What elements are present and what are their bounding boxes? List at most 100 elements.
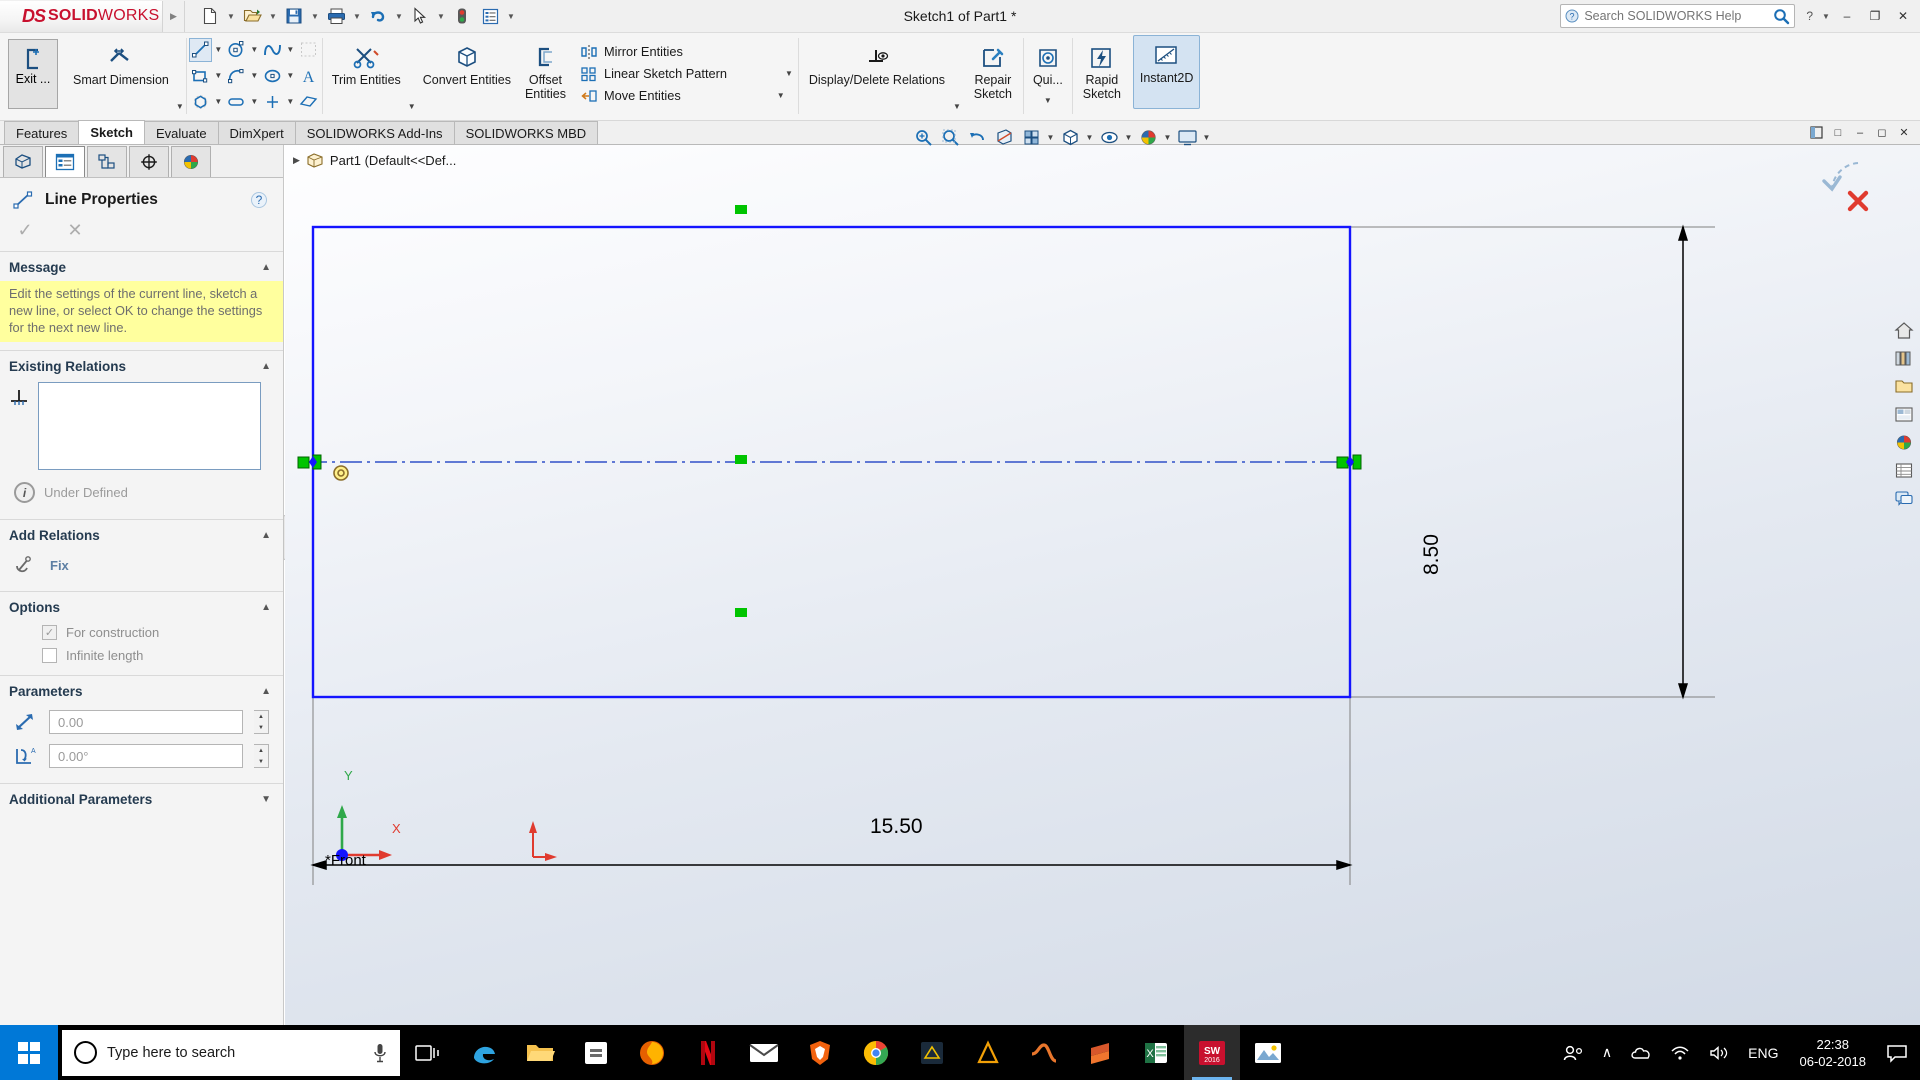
- move-entities-button[interactable]: Move Entities ▼: [575, 85, 798, 106]
- chevron-down-icon[interactable]: ▼: [261, 794, 271, 805]
- dimension-vertical-label[interactable]: 8.50: [1420, 534, 1444, 575]
- property-manager-tab[interactable]: [45, 145, 85, 177]
- surface-spline-tool-icon[interactable]: [297, 38, 320, 62]
- instant2d-button[interactable]: Instant2D: [1132, 35, 1201, 109]
- zoom-to-area-icon[interactable]: [937, 125, 963, 149]
- confirm-ok-button[interactable]: ✓: [14, 220, 36, 241]
- hide-show-caret-icon[interactable]: ▼: [1123, 125, 1134, 149]
- people-icon[interactable]: [1553, 1044, 1593, 1062]
- minimize-button[interactable]: –: [1834, 4, 1860, 28]
- save-document-caret-icon[interactable]: ▼: [309, 3, 321, 29]
- apply-scene-caret-icon[interactable]: ▼: [1201, 125, 1212, 149]
- additional-parameters-section-header[interactable]: Additional Parameters ▼: [0, 784, 283, 813]
- cancel-button[interactable]: ✕: [64, 220, 86, 241]
- chevron-up-icon[interactable]: ▲: [261, 262, 271, 273]
- print-document-caret-icon[interactable]: ▼: [351, 3, 363, 29]
- language-indicator[interactable]: ENG: [1739, 1045, 1787, 1061]
- rectangle-tool-caret-icon[interactable]: ▼: [212, 64, 225, 88]
- apply-scene-icon[interactable]: [1174, 125, 1200, 149]
- polygon-tool-caret-icon[interactable]: ▼: [212, 90, 225, 114]
- wifi-icon[interactable]: [1661, 1045, 1699, 1061]
- angle-input[interactable]: 0.00°: [49, 744, 243, 768]
- spline-tool-icon[interactable]: [261, 38, 284, 62]
- onedrive-icon[interactable]: [1621, 1045, 1661, 1061]
- solidworks-forum-icon[interactable]: [1889, 485, 1919, 511]
- rebuild-icon[interactable]: [449, 3, 475, 29]
- ansys-icon[interactable]: [960, 1025, 1016, 1080]
- rectangle-tool-icon[interactable]: [189, 64, 212, 88]
- zoom-to-fit-icon[interactable]: [910, 125, 936, 149]
- options-caret-icon[interactable]: ▼: [505, 3, 517, 29]
- tab-evaluate[interactable]: Evaluate: [143, 121, 219, 144]
- matlab-icon[interactable]: [1016, 1025, 1072, 1080]
- plane-tool-icon[interactable]: [297, 90, 320, 114]
- select-cursor-icon[interactable]: [407, 3, 433, 29]
- start-button[interactable]: [0, 1025, 58, 1080]
- sublime-icon[interactable]: [1072, 1025, 1128, 1080]
- tab-dimxpert[interactable]: DimXpert: [217, 121, 296, 144]
- convert-entities-button[interactable]: Convert Entities: [416, 37, 518, 90]
- microphone-icon[interactable]: [372, 1042, 388, 1064]
- spline-tool-caret-icon[interactable]: ▼: [284, 38, 297, 62]
- display-delete-relations-button[interactable]: Display/Delete Relations: [801, 37, 953, 90]
- view-palette-icon[interactable]: [1889, 401, 1919, 427]
- add-relations-section-header[interactable]: Add Relations ▲: [0, 520, 283, 549]
- angle-spinner[interactable]: ▲ ▼: [254, 744, 269, 768]
- length-input[interactable]: 0.00: [49, 710, 243, 734]
- slot-tool-caret-icon[interactable]: ▼: [248, 90, 261, 114]
- dimxpert-manager-tab[interactable]: [129, 145, 169, 177]
- edge-icon[interactable]: [456, 1025, 512, 1080]
- options-section-header[interactable]: Options ▲: [0, 592, 283, 621]
- line-tool-icon[interactable]: [188, 37, 212, 62]
- quick-snaps-caret-icon[interactable]: ▼: [1044, 94, 1052, 108]
- tab-solidworks-add-ins[interactable]: SOLIDWORKS Add-Ins: [294, 121, 455, 144]
- polygon-tool-icon[interactable]: [189, 90, 212, 114]
- maximize-restore-button[interactable]: ❐: [1862, 4, 1888, 28]
- undo-icon[interactable]: [365, 3, 391, 29]
- undo-caret-icon[interactable]: ▼: [393, 3, 405, 29]
- parameters-section-header[interactable]: Parameters ▲: [0, 676, 283, 705]
- chevron-up-icon[interactable]: ▲: [261, 686, 271, 697]
- length-spinner[interactable]: ▲ ▼: [254, 710, 269, 734]
- help-icon[interactable]: ?: [251, 192, 267, 208]
- print-document-icon[interactable]: [323, 3, 349, 29]
- graphics-area[interactable]: 8.50 15.50 *Front Y X: [285, 145, 1920, 1033]
- chevron-up-icon[interactable]: ∧: [1593, 1044, 1621, 1061]
- open-document-icon[interactable]: [239, 3, 265, 29]
- search-input[interactable]: [1584, 9, 1769, 23]
- for-construction-checkbox[interactable]: ✓: [42, 625, 57, 640]
- close-button[interactable]: ✕: [1890, 4, 1916, 28]
- linear-sketch-pattern-button[interactable]: Linear Sketch Pattern ▼: [575, 63, 798, 84]
- autodesk-icon[interactable]: [904, 1025, 960, 1080]
- taskbar-clock[interactable]: 22:38 06-02-2018: [1788, 1036, 1879, 1070]
- volume-icon[interactable]: [1699, 1045, 1739, 1061]
- configuration-manager-tab[interactable]: [87, 145, 127, 177]
- document-minimize-icon[interactable]: –: [1850, 124, 1870, 142]
- previous-view-icon[interactable]: [964, 125, 990, 149]
- circle-tool-icon[interactable]: [225, 38, 248, 62]
- for-construction-option[interactable]: ✓ For construction: [0, 621, 283, 644]
- message-section-header[interactable]: Message ▲: [0, 252, 283, 281]
- line-tool-caret-icon[interactable]: ▼: [212, 38, 225, 62]
- edit-appearance-caret-icon[interactable]: ▼: [1162, 125, 1173, 149]
- help-button[interactable]: ?: [1801, 9, 1818, 23]
- display-manager-tab[interactable]: [171, 145, 211, 177]
- select-caret-icon[interactable]: ▼: [435, 3, 447, 29]
- existing-relations-list[interactable]: [38, 382, 261, 470]
- chevron-up-icon[interactable]: ▲: [261, 361, 271, 372]
- tab-sketch[interactable]: Sketch: [78, 120, 145, 144]
- netflix-icon[interactable]: [680, 1025, 736, 1080]
- taskview-icon[interactable]: [400, 1025, 456, 1080]
- document-maximize-icon[interactable]: ◻: [1872, 124, 1892, 142]
- slot-tool-icon[interactable]: [225, 90, 248, 114]
- tree-expand-arrow-icon[interactable]: ▶: [293, 155, 300, 166]
- existing-relations-section-header[interactable]: Existing Relations ▲: [0, 351, 283, 380]
- taskbar-search-box[interactable]: Type here to search: [62, 1029, 400, 1076]
- view-orientation-caret-icon[interactable]: ▼: [1045, 125, 1056, 149]
- smart-dimension-caret-icon[interactable]: ▼: [176, 102, 184, 111]
- design-library-icon[interactable]: [1889, 345, 1919, 371]
- repair-sketch-button[interactable]: Repair Sketch: [965, 37, 1021, 104]
- appearances-scenes-icon[interactable]: [1889, 429, 1919, 455]
- section-view-icon[interactable]: [991, 125, 1017, 149]
- document-restore-icon[interactable]: □: [1828, 124, 1848, 142]
